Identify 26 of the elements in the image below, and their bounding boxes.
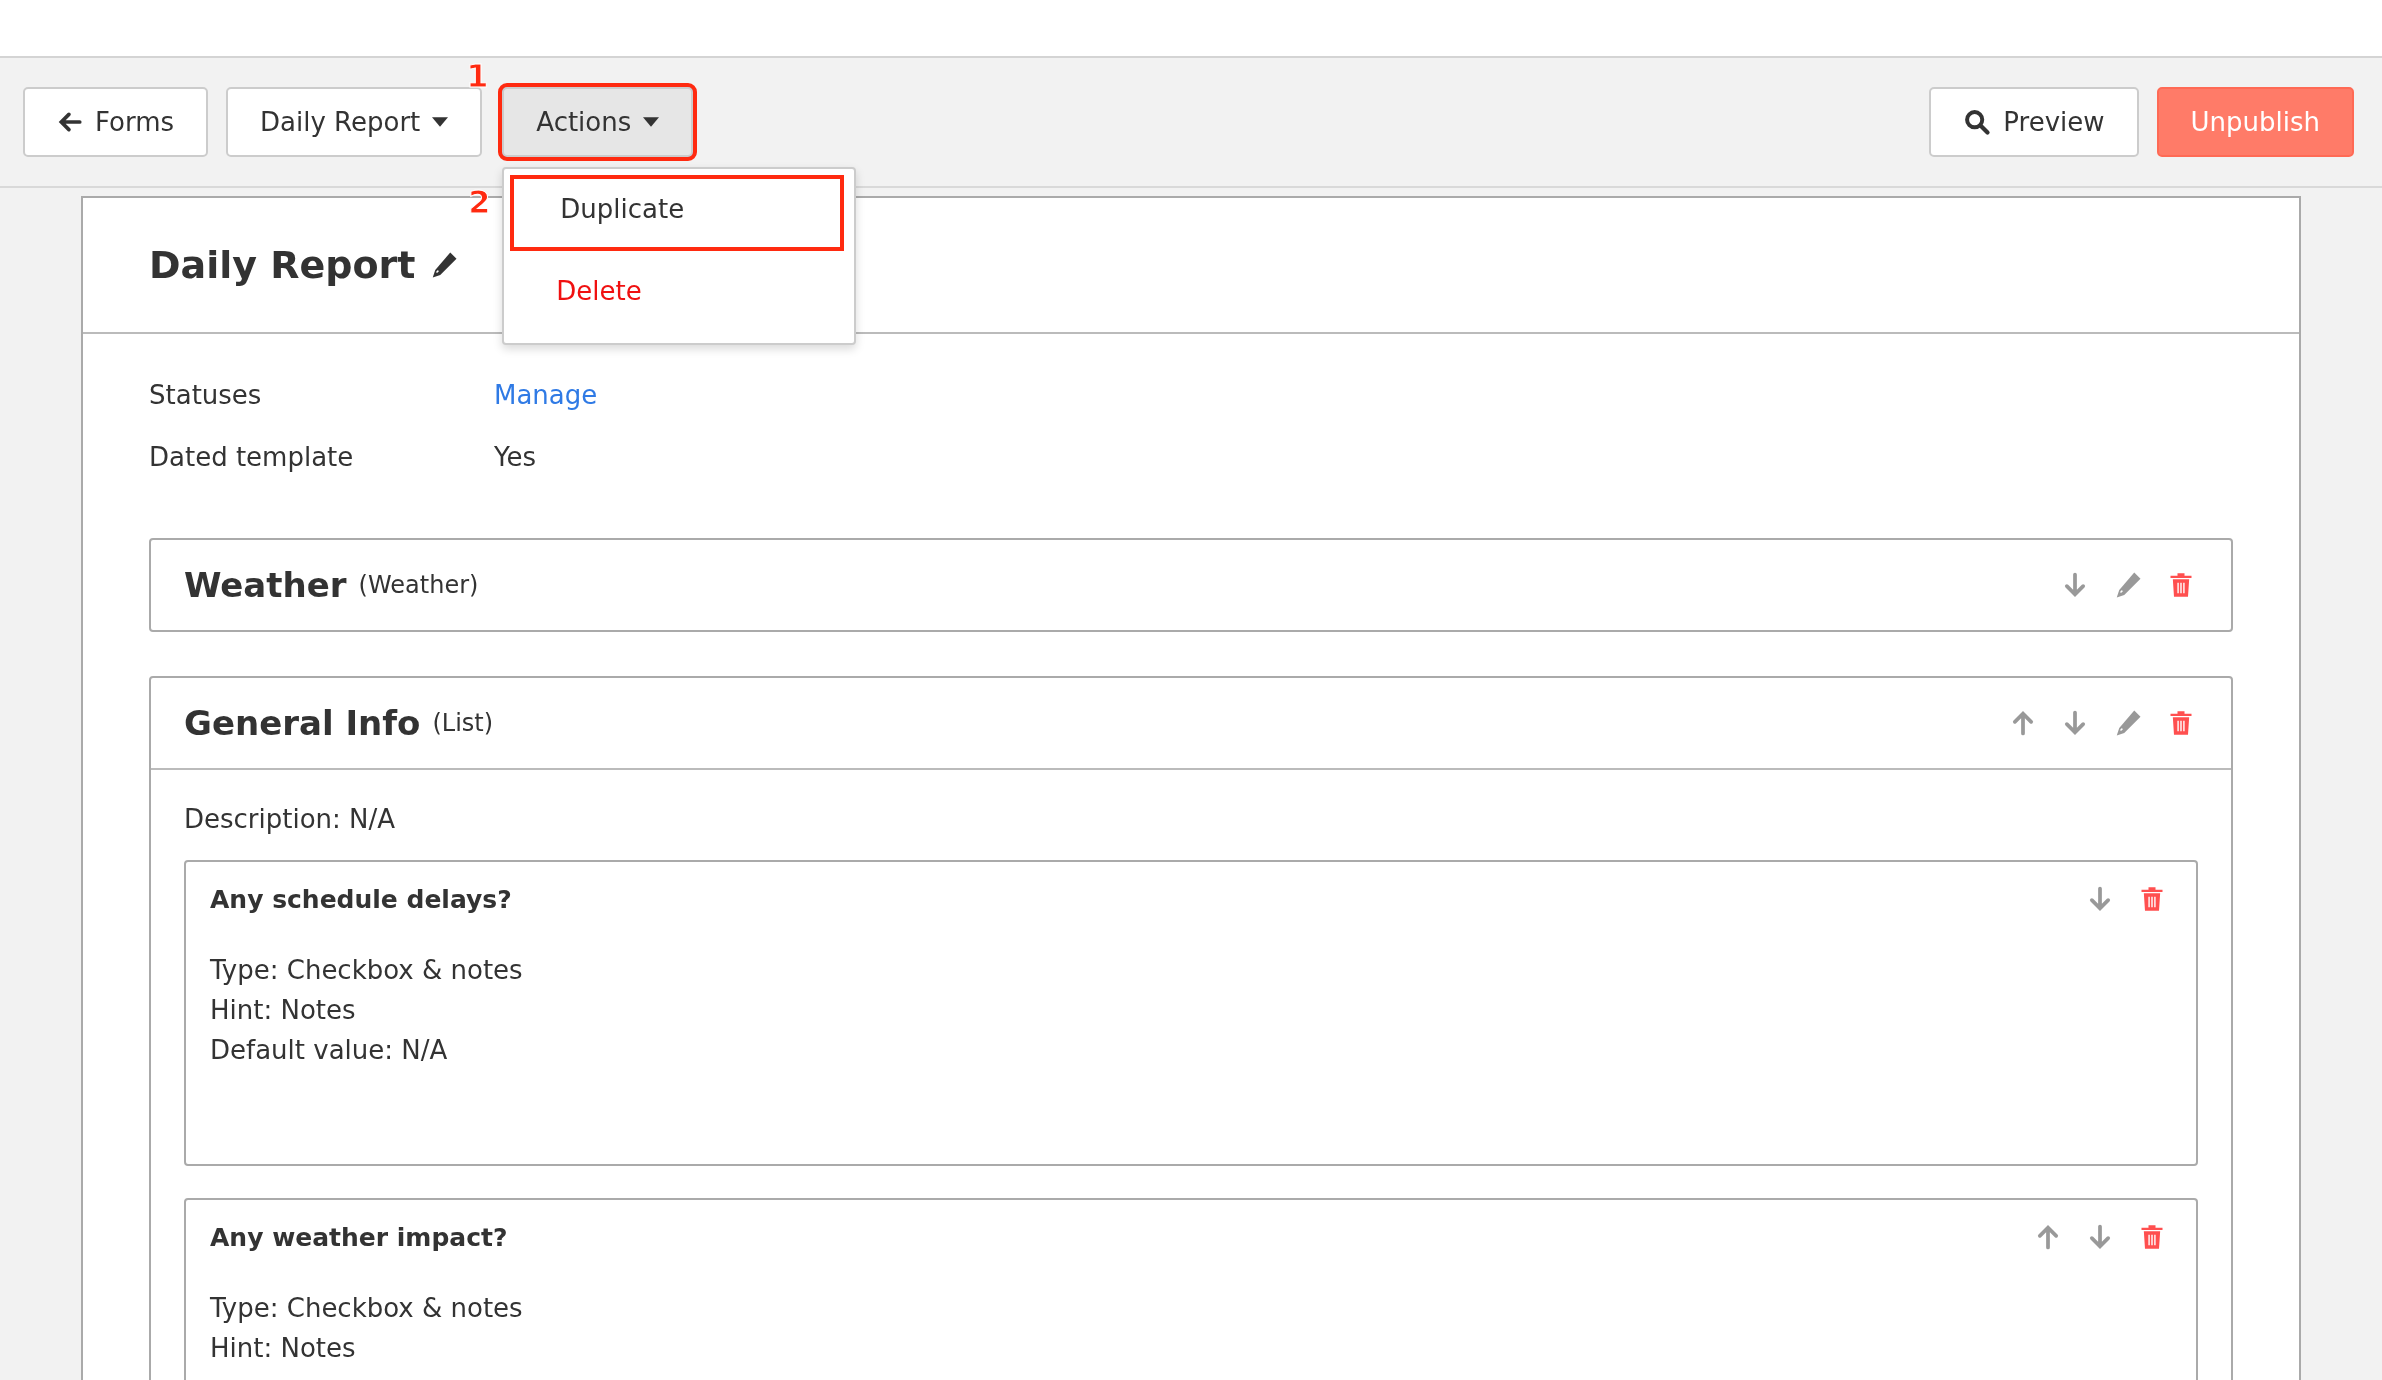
field-title: Any schedule delays? [210, 884, 512, 914]
form-menu-button[interactable]: Daily Report [226, 87, 483, 157]
manage-link[interactable]: Manage [494, 380, 598, 410]
caret-icon [432, 117, 449, 127]
search-icon [1963, 108, 1992, 136]
field-detail: Hint: Notes [210, 1332, 357, 1365]
callout-number: 2 [468, 183, 491, 221]
section-title: Weather [184, 565, 347, 605]
property-label: Statuses [149, 380, 262, 410]
menu-item[interactable]: Delete [504, 261, 855, 337]
field-title: Any weather impact? [210, 1222, 508, 1252]
menu-item[interactable]: Duplicate [510, 175, 845, 251]
field-detail: Type: Checkbox & notes [210, 1292, 524, 1325]
back-button[interactable]: Forms [23, 87, 209, 157]
section-type: (List) [432, 709, 494, 737]
property-label: Dated template [149, 442, 354, 472]
caret-icon [643, 117, 660, 127]
field-detail: Type: Checkbox & notes [210, 954, 524, 987]
section-type: (Weather) [358, 571, 479, 599]
field-detail: Default value: N/A [210, 1034, 449, 1067]
property-value: Yes [494, 442, 536, 472]
field-detail: Hint: Notes [210, 994, 357, 1027]
preview-button[interactable]: Preview [1929, 87, 2139, 157]
section-title: General Info [184, 703, 421, 743]
form-title: Daily Report [149, 243, 416, 287]
section-description: Description: N/A [184, 804, 397, 834]
